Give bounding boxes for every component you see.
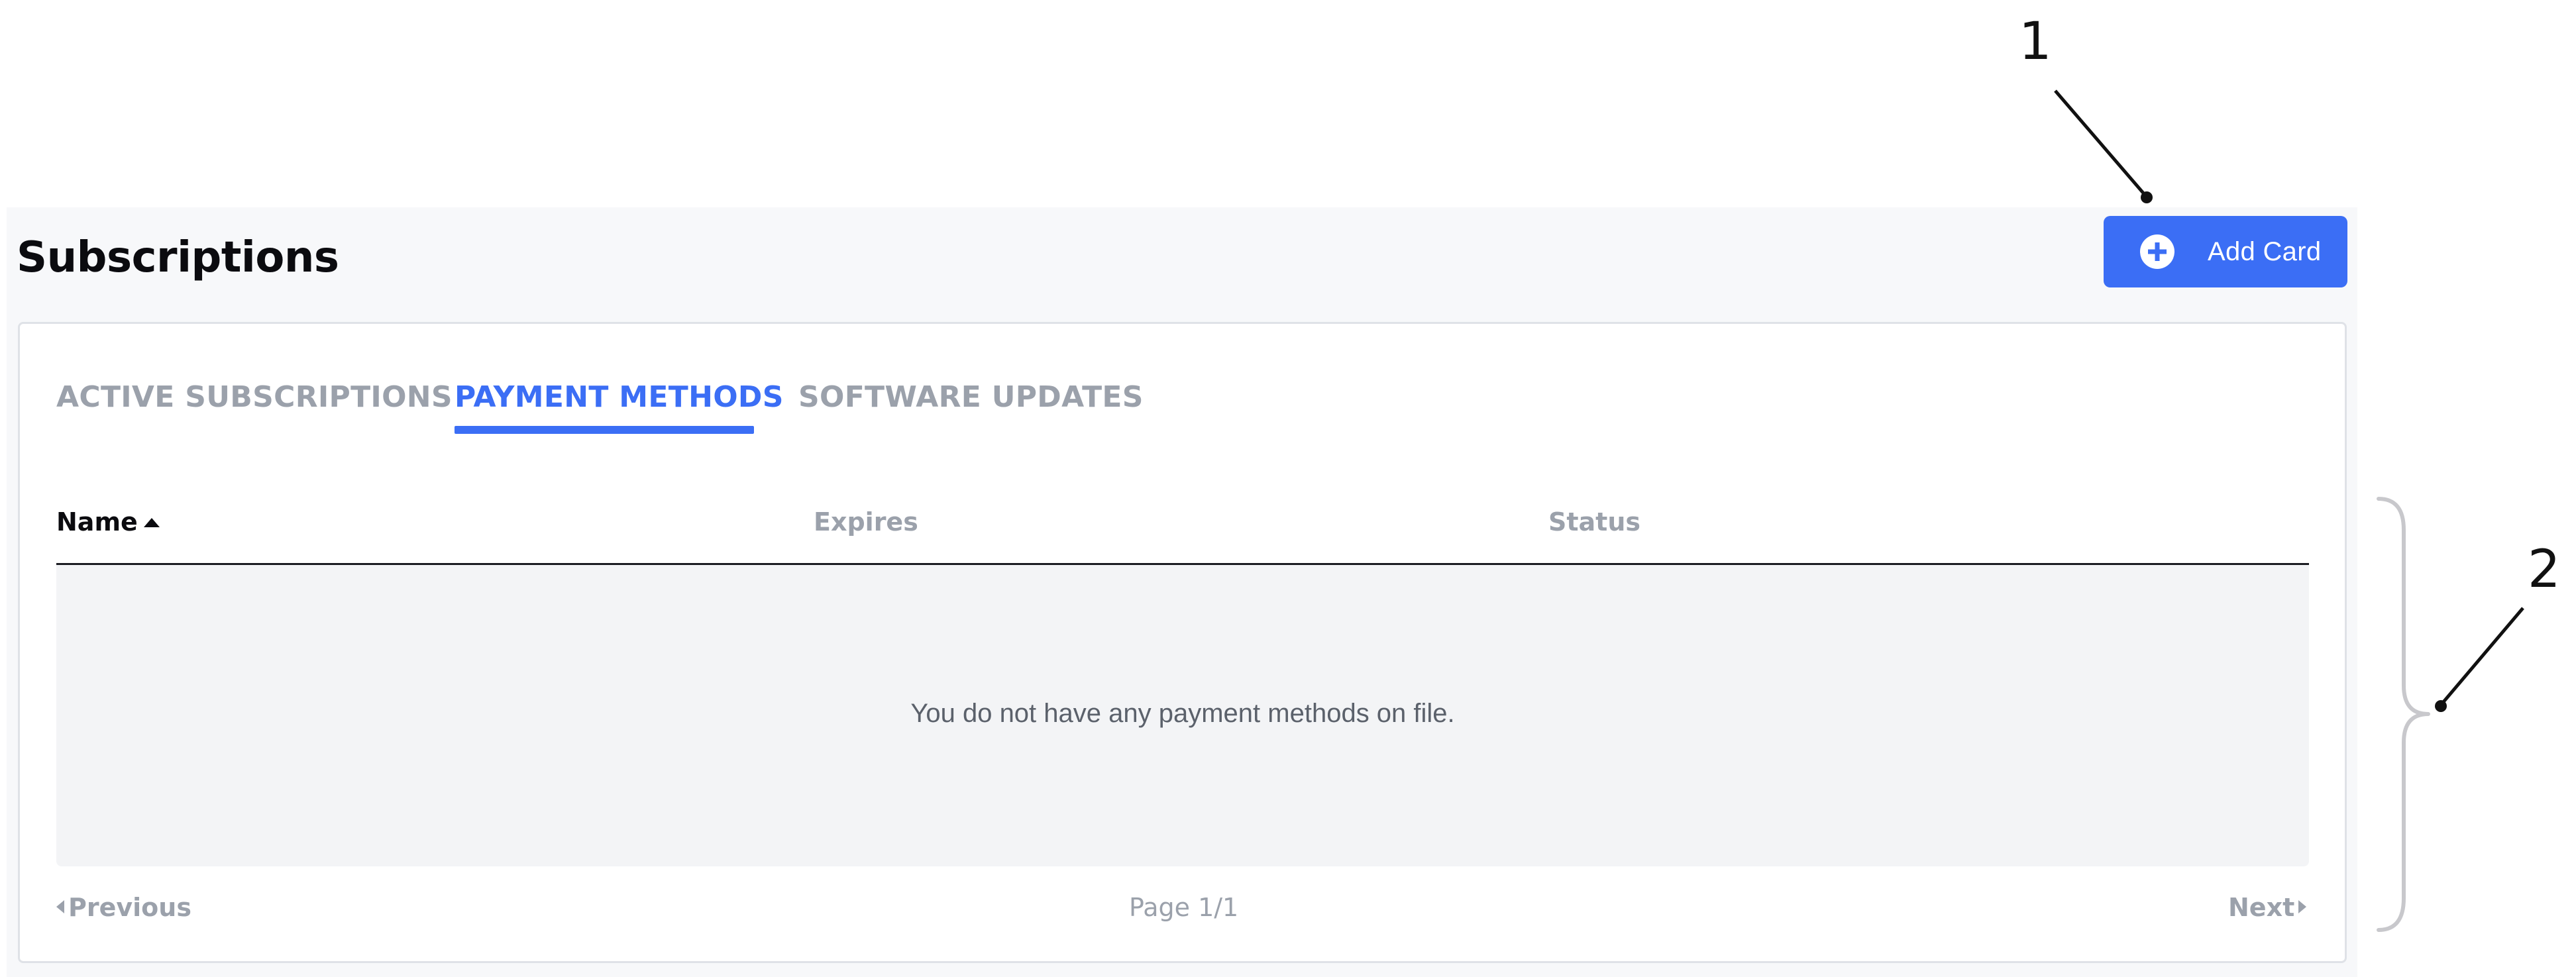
callout-2-dot — [2435, 700, 2447, 712]
callout-2-bracket — [2377, 497, 2430, 932]
callout-2-leader-line — [2441, 607, 2524, 705]
plus-circle-icon — [2140, 234, 2174, 269]
page-indicator: Page 1/1 — [1129, 893, 1239, 922]
next-page-label: Next — [2228, 893, 2295, 922]
screenshot-stage: Subscriptions Add Card ACTIVE SUBSCRIPTI… — [0, 0, 2576, 977]
add-card-button[interactable]: Add Card — [2104, 216, 2347, 287]
column-header-name[interactable]: Name — [56, 507, 138, 537]
callout-number-2: 2 — [2528, 540, 2561, 599]
tab-payment-methods[interactable]: PAYMENT METHODS — [455, 380, 784, 414]
caret-left-icon — [56, 900, 64, 913]
empty-state-message: You do not have any payment methods on f… — [910, 699, 1455, 728]
sort-ascending-icon — [144, 518, 160, 527]
callout-1-dot — [2141, 191, 2153, 203]
column-header-expires[interactable]: Expires — [814, 507, 918, 537]
previous-page-button[interactable]: Previous — [56, 893, 191, 922]
caret-right-icon — [2298, 900, 2307, 913]
callout-number-1: 1 — [2019, 12, 2052, 72]
empty-state: You do not have any payment methods on f… — [56, 565, 2309, 866]
callout-1-leader-line — [2054, 89, 2147, 197]
next-page-button[interactable]: Next — [2228, 893, 2307, 922]
page-title: Subscriptions — [17, 233, 339, 282]
active-tab-indicator — [455, 426, 754, 434]
previous-page-label: Previous — [68, 893, 191, 922]
tab-active-subscriptions[interactable]: ACTIVE SUBSCRIPTIONS — [56, 380, 453, 414]
add-card-label: Add Card — [2208, 236, 2322, 266]
tab-software-updates[interactable]: SOFTWARE UPDATES — [798, 380, 1144, 414]
column-header-status[interactable]: Status — [1548, 507, 1640, 537]
